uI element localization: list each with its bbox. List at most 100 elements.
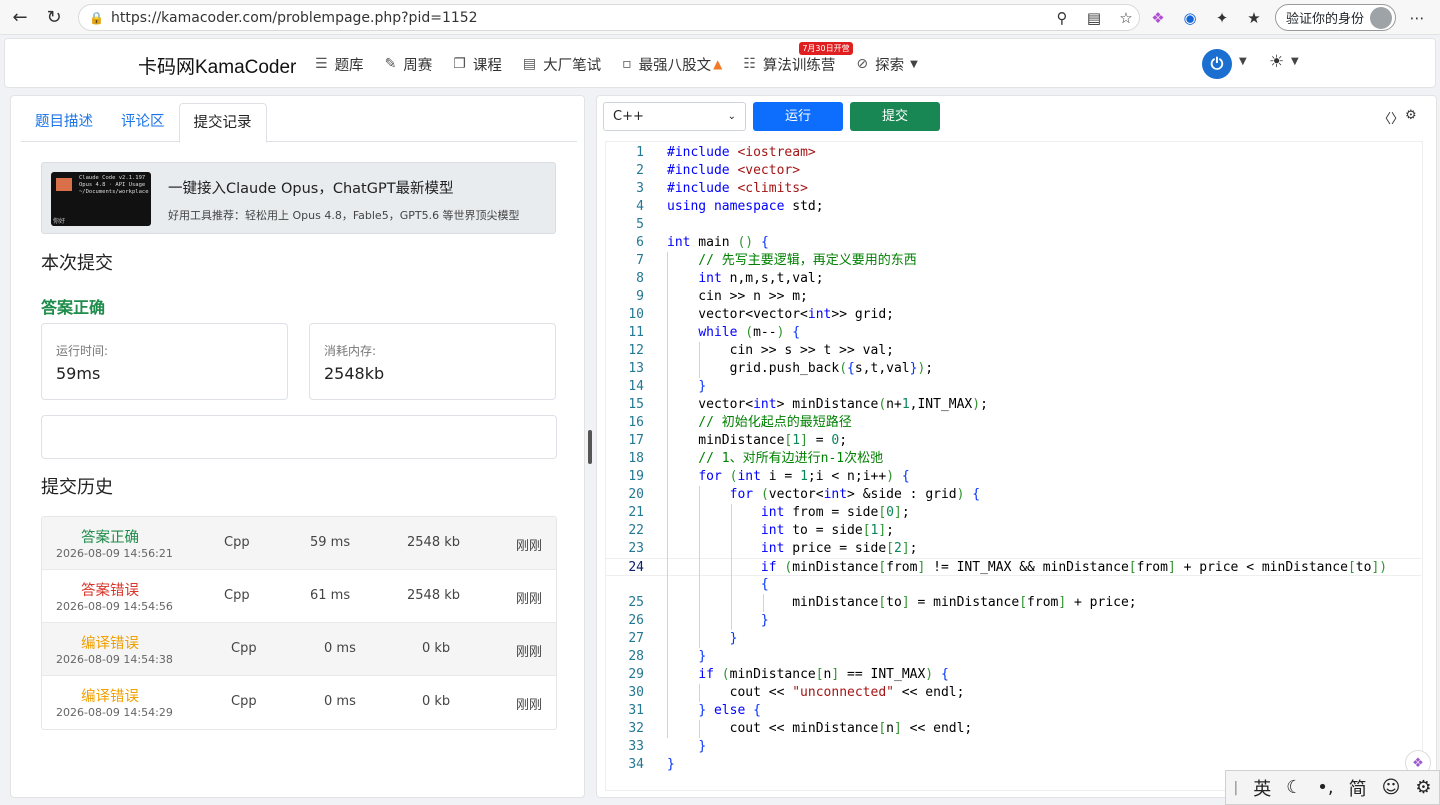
code-text: using namespace std; <box>667 199 824 214</box>
menu-item-training-camp[interactable]: ☷ 算法训练营 7月30日开营 <box>743 41 853 75</box>
ime-simplified-toggle[interactable]: 简 <box>1349 775 1367 801</box>
code-text: } <box>698 739 707 754</box>
history-when: 刚刚 <box>516 698 543 713</box>
gear-icon[interactable]: ⚙ <box>1405 108 1417 123</box>
code-line[interactable]: 23 int price = side[2]; <box>606 540 1421 558</box>
history-when: 刚刚 <box>516 645 543 660</box>
table-row[interactable]: 编译错误 2026-08-09 14:54:29 Cpp 0 ms 0 kb 刚… <box>42 676 556 729</box>
menu-item-problems[interactable]: ☰ 题库 <box>315 54 364 75</box>
menu-item-courses[interactable]: ❐ 课程 <box>453 54 502 75</box>
code-line[interactable]: 15 vector<int> minDistance(n+1,INT_MAX); <box>606 396 1421 414</box>
line-number: 31 <box>628 703 644 718</box>
code-line[interactable]: 19 for (int i = 1;i < n;i++) { <box>606 468 1421 486</box>
copilot-icon[interactable]: ❖ <box>1147 7 1169 29</box>
code-text: } else { <box>698 703 761 718</box>
tab-comments[interactable]: 评论区 <box>107 103 179 142</box>
panel-splitter-handle[interactable] <box>588 430 592 464</box>
language-select[interactable]: C++ ⌄ <box>603 102 746 131</box>
ad-banner[interactable]: Claude Code v2.1.197 Opus 4.8 · API Usag… <box>41 162 556 234</box>
code-line[interactable]: 14 } <box>606 378 1421 396</box>
code-line[interactable]: 33 } <box>606 738 1421 756</box>
code-line[interactable]: 9 cin >> n >> m; <box>606 288 1421 306</box>
history-status[interactable]: 答案正确 <box>56 526 164 547</box>
user-power-icon[interactable]: ⏻ <box>1202 49 1232 79</box>
reader-icon[interactable]: ▤ <box>1083 7 1105 29</box>
line-number: 19 <box>628 469 644 484</box>
code-line[interactable]: 12 cin >> s >> t >> val; <box>606 342 1421 360</box>
code-line[interactable]: 21 int from = side[0]; <box>606 504 1421 522</box>
menu-label: 算法训练营 <box>762 57 836 74</box>
history-status[interactable]: 编译错误 <box>56 632 164 653</box>
history-date: 2026-08-09 14:54:56 <box>56 600 173 613</box>
memory-value: 2548kb <box>324 364 385 383</box>
brand-logo[interactable]: 卡码网KamaCoder <box>138 52 296 79</box>
code-line[interactable]: 5 <box>606 216 1421 234</box>
code-line[interactable]: 8 int n,m,s,t,val; <box>606 270 1421 288</box>
code-line[interactable]: 17 minDistance[1] = 0; <box>606 432 1421 450</box>
ime-language-toggle[interactable]: 英 <box>1253 775 1271 801</box>
code-line[interactable]: 18 // 1、对所有边进行n-1次松弛 <box>606 450 1421 468</box>
code-line[interactable]: 16 // 初始化起点的最短路径 <box>606 414 1421 432</box>
back-icon[interactable]: ← <box>6 3 34 31</box>
table-row[interactable]: 答案正确 2026-08-09 14:56:21 Cpp 59 ms 2548 … <box>42 517 556 570</box>
code-editor[interactable]: 1 #include <iostream> 2 #include <vector> 3 #… <box>605 141 1423 791</box>
profile-label: 验证你的身份 <box>1285 12 1364 27</box>
more-menu-icon[interactable]: ⋯ <box>1406 7 1428 29</box>
code-line[interactable]: 2 #include <vector> <box>606 162 1421 180</box>
menu-item-explore[interactable]: ⊘ 探索 ▼ <box>856 54 917 75</box>
ime-punctuation-icon[interactable]: •, <box>1317 777 1333 798</box>
code-line[interactable]: 27 } <box>606 630 1421 648</box>
submit-button[interactable]: 提交 <box>850 102 940 131</box>
code-line[interactable]: 10 vector<vector<int>> grid; <box>606 306 1421 324</box>
ime-settings-icon[interactable]: ⚙ <box>1415 777 1431 798</box>
code-line[interactable]: 31 } else { <box>606 702 1421 720</box>
code-line[interactable]: 20 for (vector<int> &side : grid) { <box>606 486 1421 504</box>
tab-description[interactable]: 题目描述 <box>21 103 107 142</box>
menu-item-contest[interactable]: ✎ 周赛 <box>385 54 433 75</box>
run-button[interactable]: 运行 <box>753 102 843 131</box>
thumb-text: Claude Code v2.1.197 Opus 4.8 · API Usag… <box>79 175 149 196</box>
favorites-list-icon[interactable]: ★ <box>1243 7 1265 29</box>
code-format-icon[interactable]: 〈〉 <box>1378 108 1404 127</box>
zoom-icon[interactable]: ⚲ <box>1051 7 1073 29</box>
code-line[interactable]: 30 cout << "unconnected" << endl; <box>606 684 1421 702</box>
code-line[interactable]: { <box>606 576 1421 594</box>
code-line[interactable]: 6 int main () { <box>606 234 1421 252</box>
menu-item-baguwen[interactable]: ▫ 最强八股文 ▲ <box>622 54 722 75</box>
ime-emoji-icon[interactable]: ☺ <box>1382 777 1401 798</box>
history-status[interactable]: 编译错误 <box>56 685 164 706</box>
extensions-puzzle-icon[interactable]: ✦ <box>1211 7 1233 29</box>
profile-button[interactable]: 验证你的身份 <box>1274 4 1396 31</box>
code-line[interactable]: 32 cout << minDistance[n] << endl; <box>606 720 1421 738</box>
code-line[interactable]: 3 #include <climits> <box>606 180 1421 198</box>
code-line[interactable]: 1 #include <iostream> <box>606 144 1421 162</box>
theme-sun-icon[interactable]: ☀ <box>1269 52 1284 72</box>
menu-item-exams[interactable]: ▤ 大厂笔试 <box>523 54 601 75</box>
favorite-star-icon[interactable]: ☆ <box>1115 7 1137 29</box>
refresh-icon[interactable]: ↻ <box>40 3 68 31</box>
tab-submissions[interactable]: 提交记录 <box>178 103 267 143</box>
code-text: int main () { <box>667 235 769 250</box>
code-line[interactable]: 4 using namespace std; <box>606 198 1421 216</box>
line-number: 8 <box>636 271 644 286</box>
history-date: 2026-08-09 14:56:21 <box>56 547 173 560</box>
ime-moon-icon[interactable]: ☾ <box>1286 777 1302 798</box>
chevron-down-icon[interactable]: ▼ <box>1239 56 1247 67</box>
extension-blue-icon[interactable]: ◉ <box>1179 7 1201 29</box>
code-line[interactable]: 7 // 先写主要逻辑，再定义要用的东西 <box>606 252 1421 270</box>
code-line[interactable]: 11 while (m--) { <box>606 324 1421 342</box>
code-line[interactable]: 22 int to = side[1]; <box>606 522 1421 540</box>
address-bar[interactable]: 🔒 https://kamacoder.com/problempage.php?… <box>78 4 1140 31</box>
indent-guide <box>699 486 700 648</box>
code-line[interactable]: 26 } <box>606 612 1421 630</box>
code-line[interactable]: 13 grid.push_back({s,t,val}); <box>606 360 1421 378</box>
code-line[interactable]: 29 if (minDistance[n] == INT_MAX) { <box>606 666 1421 684</box>
history-status[interactable]: 答案错误 <box>56 579 164 600</box>
table-row[interactable]: 答案错误 2026-08-09 14:54:56 Cpp 61 ms 2548 … <box>42 570 556 623</box>
chevron-down-icon[interactable]: ▼ <box>1291 56 1299 67</box>
code-line[interactable]: 28 } <box>606 648 1421 666</box>
table-row[interactable]: 编译错误 2026-08-09 14:54:38 Cpp 0 ms 0 kb 刚… <box>42 623 556 676</box>
memory-card: 消耗内存: 2548kb <box>309 323 556 400</box>
code-line[interactable]: 25 minDistance[to] = minDistance[from] +… <box>606 594 1421 612</box>
code-line[interactable]: 24 if (minDistance[from] != INT_MAX && m… <box>606 558 1421 576</box>
